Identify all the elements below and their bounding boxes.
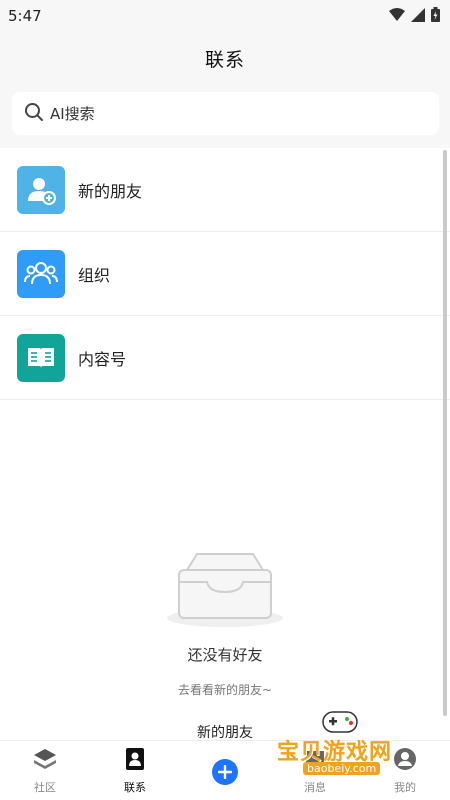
message-icon xyxy=(303,747,327,775)
empty-state: 还没有好友 去看看新的朋友~ 新的朋友 xyxy=(0,548,450,742)
list-item-organization[interactable]: 组织 xyxy=(0,232,450,316)
list-item-label: 内容号 xyxy=(78,349,127,369)
search-area: AI搜索 xyxy=(0,84,450,148)
status-time: 5:47 xyxy=(8,7,42,25)
signal-icon xyxy=(411,7,425,26)
tab-bar: 社区 联系 消息 我的 xyxy=(0,740,450,800)
list-item-content-account[interactable]: 内容号 xyxy=(0,316,450,400)
status-icons xyxy=(389,6,440,26)
layers-icon xyxy=(32,747,58,775)
plus-icon xyxy=(212,759,238,785)
scrollbar[interactable] xyxy=(443,150,447,716)
battery-icon xyxy=(431,6,440,26)
page-title: 联系 xyxy=(204,48,245,71)
tab-label: 社区 xyxy=(34,781,56,794)
wifi-icon xyxy=(389,7,405,26)
empty-inbox-icon xyxy=(163,548,287,632)
contacts-icon xyxy=(124,747,146,775)
book-icon xyxy=(17,333,65,382)
search-placeholder: AI搜索 xyxy=(50,105,95,123)
tab-profile[interactable]: 我的 xyxy=(360,741,450,800)
tab-label: 消息 xyxy=(304,781,326,794)
list-item-label: 新的朋友 xyxy=(78,181,143,201)
list-item-label: 组织 xyxy=(78,265,111,285)
tab-label: 我的 xyxy=(394,781,416,794)
tab-label: 联系 xyxy=(124,781,146,794)
nav-bar: 联系 xyxy=(0,32,450,84)
list-item-new-friends[interactable]: 新的朋友 xyxy=(0,148,450,232)
search-input[interactable]: AI搜索 xyxy=(12,92,439,135)
tab-create[interactable] xyxy=(180,741,270,800)
search-icon xyxy=(24,102,44,126)
profile-icon xyxy=(393,747,417,775)
status-bar: 5:47 xyxy=(0,0,450,32)
contact-list: 新的朋友 组织 内容号 xyxy=(0,148,450,400)
empty-subtitle: 去看看新的朋友~ xyxy=(177,683,273,697)
new-friends-link[interactable]: 新的朋友 xyxy=(197,722,253,742)
tab-messages[interactable]: 消息 xyxy=(270,741,360,800)
tab-community[interactable]: 社区 xyxy=(0,741,90,800)
empty-title: 还没有好友 xyxy=(187,646,263,664)
group-icon xyxy=(17,249,65,298)
tab-contacts[interactable]: 联系 xyxy=(90,741,180,800)
person-add-icon xyxy=(17,165,65,214)
